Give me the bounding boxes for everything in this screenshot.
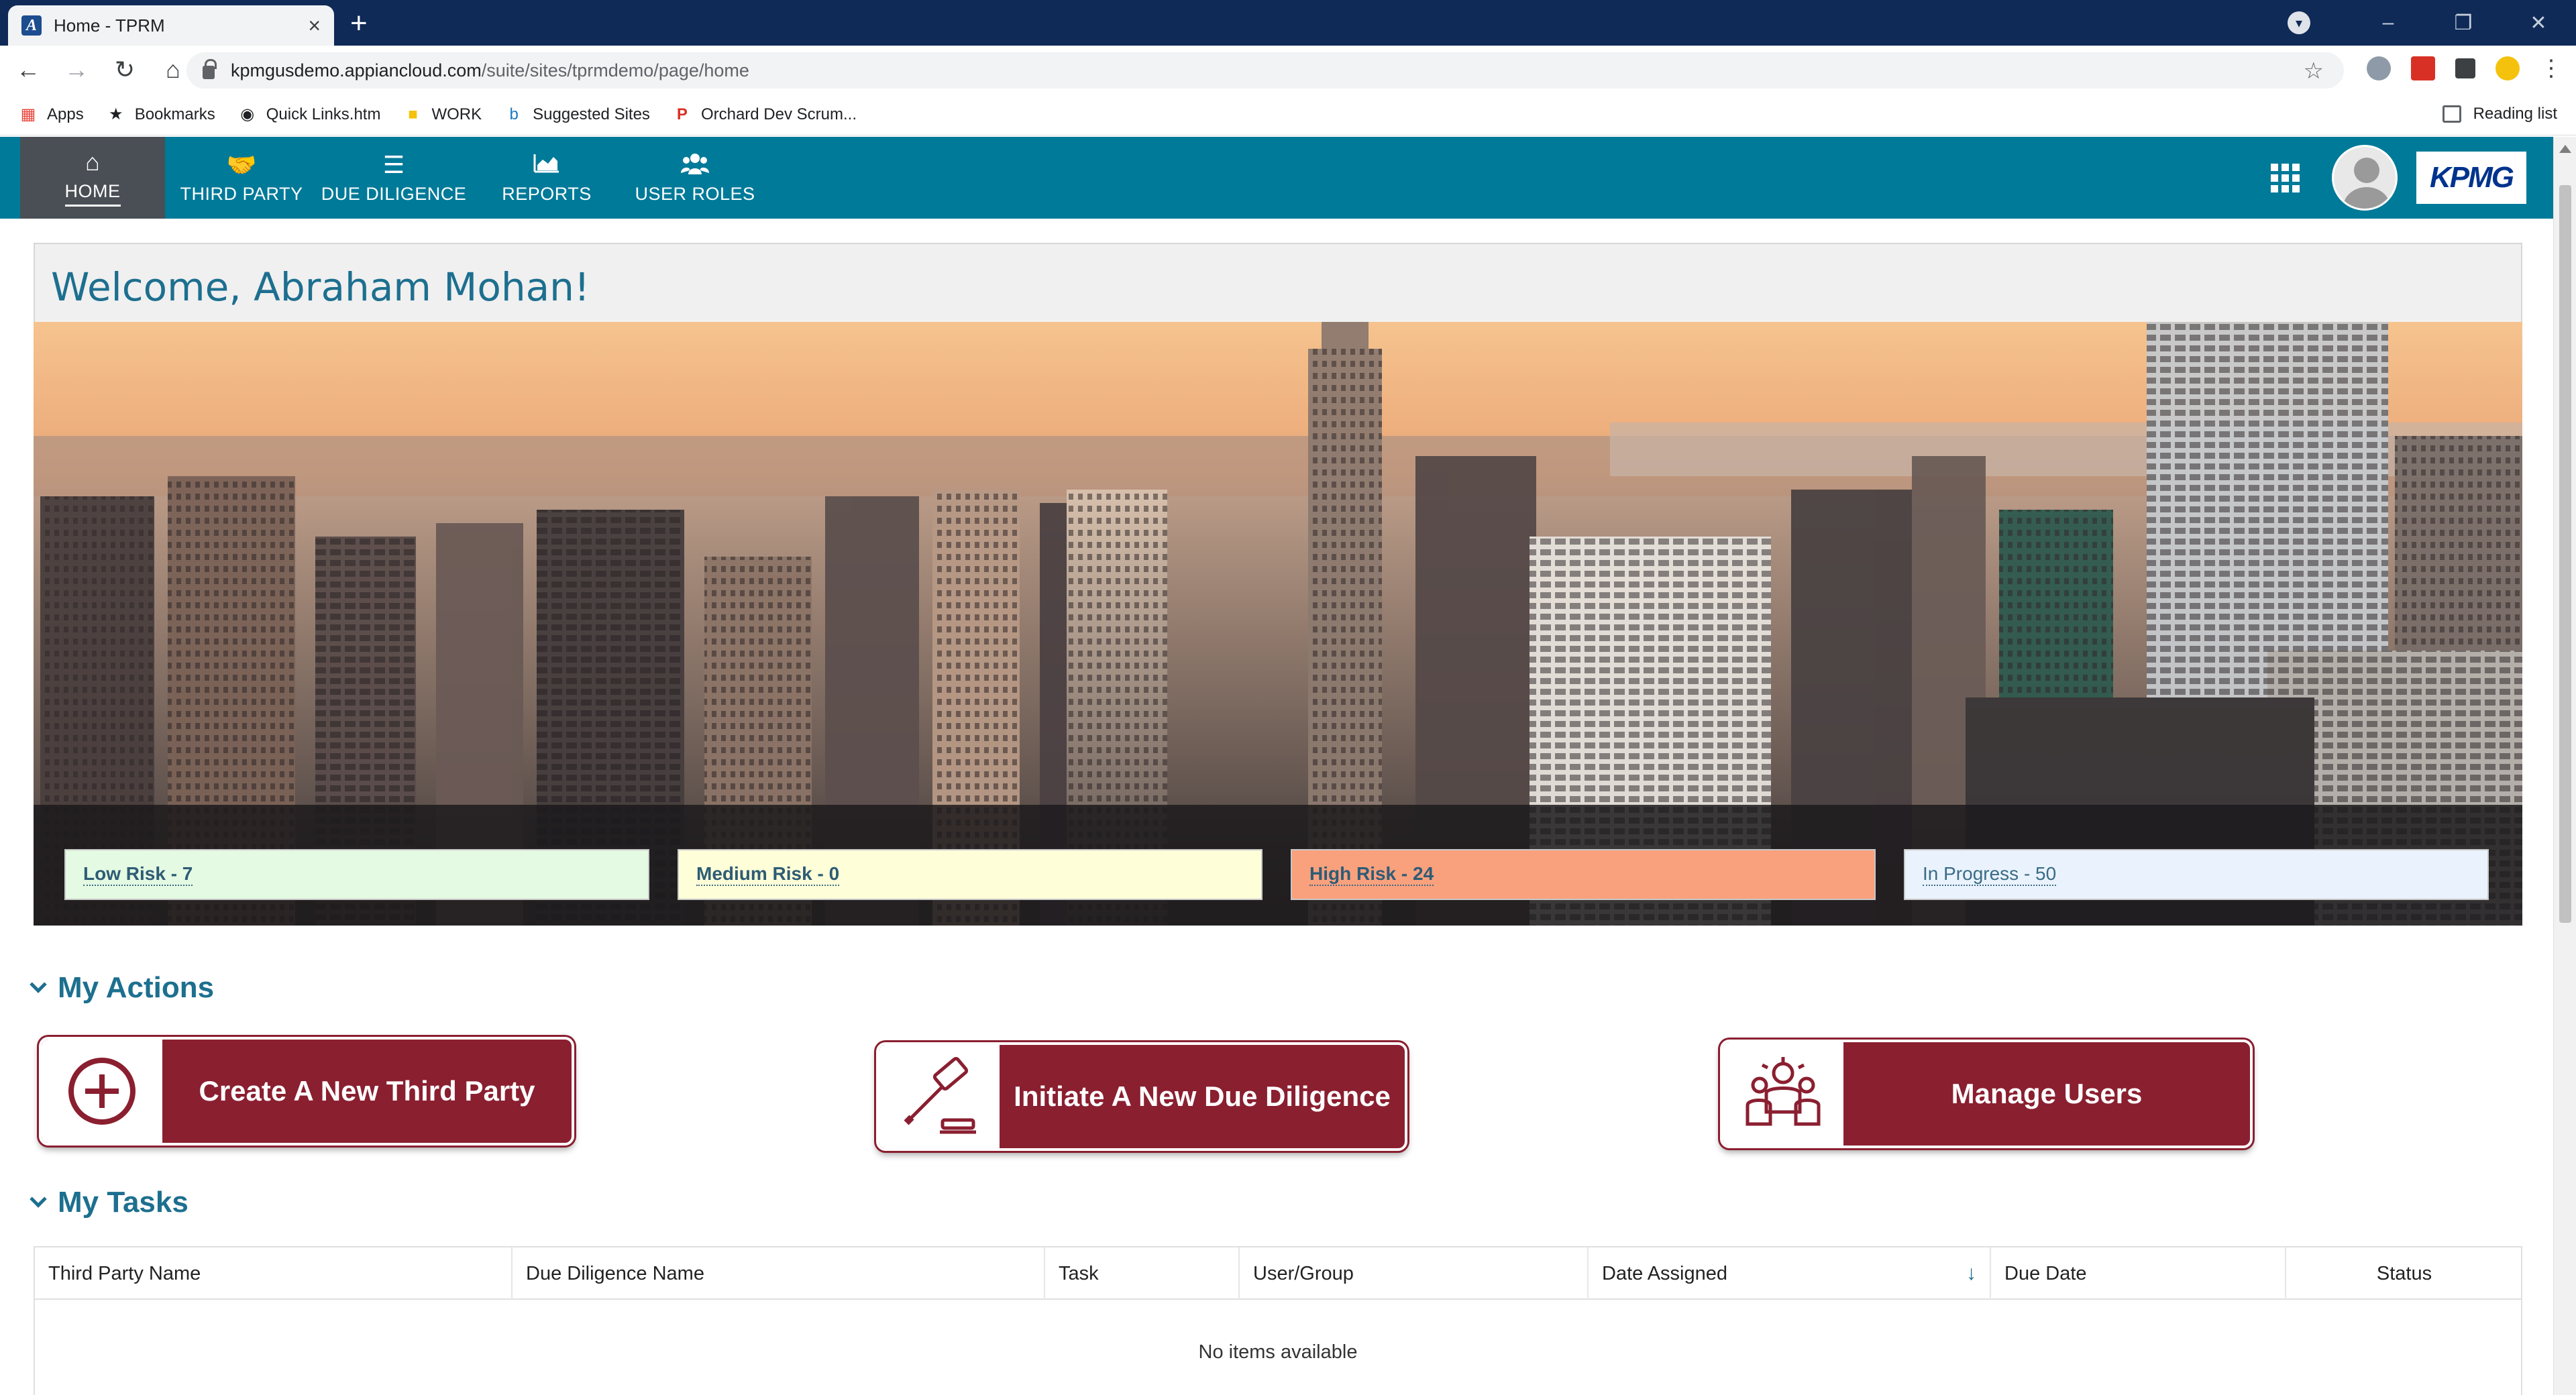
home-icon: ⌂ <box>85 148 100 176</box>
welcome-title: Welcome, Abraham Mohan! <box>51 264 590 310</box>
kpmg-logo: KPMG <box>2416 152 2526 204</box>
acrobat-icon[interactable] <box>2411 56 2435 80</box>
url-host: kpmgusdemo.appiancloud.com <box>231 60 482 80</box>
browser-tab[interactable]: A Home - TPRM × <box>8 5 334 46</box>
bookmarks-bar: ▦ Apps ★ Bookmarks ◉ Quick Links.htm ■ WORK … <box>0 94 2576 135</box>
tasks-table: Third Party Name Due Diligence Name Task… <box>34 1246 2522 1395</box>
url-path: /suite/sites/tprmdemo/page/home <box>481 60 749 80</box>
column-due-diligence-name[interactable]: Due Diligence Name <box>513 1247 1045 1300</box>
column-status[interactable]: Status <box>2286 1247 2522 1300</box>
bookmark-quick-links[interactable]: ◉ Quick Links.htm <box>238 105 380 124</box>
puzzle-icon[interactable] <box>2455 58 2475 78</box>
chevron-down-icon <box>30 1190 47 1208</box>
page-scrollbar[interactable] <box>2553 137 2576 1395</box>
bookmark-work[interactable]: ■ WORK <box>403 105 482 124</box>
extension-circle-icon[interactable] <box>2367 56 2391 80</box>
close-window-icon[interactable]: ✕ <box>2501 11 2576 35</box>
low-risk-link[interactable]: Low Risk - 7 <box>64 849 649 900</box>
column-task[interactable]: Task <box>1045 1247 1240 1300</box>
my-tasks-heading[interactable]: My Tasks <box>30 1186 189 1219</box>
bing-icon: b <box>509 105 519 123</box>
back-icon[interactable]: ← <box>8 56 48 84</box>
reload-icon[interactable]: ↻ <box>105 56 145 84</box>
extensions-area: ⋮ <box>2367 55 2563 82</box>
bookmark-suggested-sites[interactable]: b Suggested Sites <box>504 105 649 124</box>
browser-tab-strip: A Home - TPRM × + ▾ – ❐ ✕ <box>0 0 2576 46</box>
apps-grid-icon: ▦ <box>20 105 36 123</box>
nav-home[interactable]: ⌂ HOME <box>20 137 165 219</box>
nav-user-roles[interactable]: USER ROLES <box>633 137 757 219</box>
high-risk-link[interactable]: High Risk - 24 <box>1291 849 1876 900</box>
list-icon: ☰ <box>382 150 405 178</box>
tab-title: Home - TPRM <box>54 15 165 36</box>
column-date-assigned[interactable]: Date Assigned ↓ <box>1589 1247 1991 1300</box>
welcome-banner: Welcome, Abraham Mohan! <box>34 243 2522 323</box>
empty-table-message: No items available <box>1198 1341 1358 1363</box>
initiate-due-diligence-button[interactable]: Initiate A New Due Diligence <box>876 1042 1407 1151</box>
app-launcher-icon[interactable] <box>2271 163 2300 192</box>
address-bar: ← → ↻ ⌂ kpmgusdemo.appiancloud.com /suit… <box>0 46 2576 94</box>
area-chart-icon <box>533 152 560 181</box>
scroll-up-icon[interactable] <box>2559 145 2571 153</box>
profile-menu-icon[interactable]: ▾ <box>2288 11 2310 34</box>
sort-descending-icon[interactable]: ↓ <box>1966 1262 1976 1285</box>
restore-icon[interactable]: ❐ <box>2426 11 2501 35</box>
manage-users-button[interactable]: Manage Users <box>1720 1040 2253 1148</box>
folder-icon: ■ <box>408 105 418 123</box>
create-third-party-button[interactable]: Create A New Third Party <box>39 1037 574 1146</box>
in-progress-link[interactable]: In Progress - 50 <box>1904 849 2489 900</box>
my-actions-heading[interactable]: My Actions <box>30 971 214 1005</box>
column-user-group[interactable]: User/Group <box>1240 1247 1589 1300</box>
close-tab-icon[interactable]: × <box>308 13 321 38</box>
reading-list-icon <box>2442 105 2461 123</box>
gavel-icon <box>879 1045 1000 1148</box>
reading-list-button[interactable]: Reading list <box>2442 105 2557 123</box>
column-third-party-name[interactable]: Third Party Name <box>35 1247 513 1300</box>
bookmark-orchard[interactable]: P Orchard Dev Scrum... <box>673 105 857 124</box>
users-icon <box>680 152 710 181</box>
browser-menu-icon[interactable]: ⋮ <box>2540 55 2563 82</box>
pivotal-icon: P <box>676 105 688 123</box>
minimize-icon[interactable]: – <box>2351 11 2426 34</box>
plus-circle-icon <box>42 1040 162 1143</box>
handshake-icon: 🤝 <box>226 150 257 178</box>
appian-favicon-icon: A <box>21 15 42 36</box>
nav-third-party[interactable]: 🤝 THIRD PARTY <box>176 137 307 219</box>
star-icon: ★ <box>108 105 123 123</box>
globe-icon: ◉ <box>240 105 255 123</box>
user-avatar[interactable] <box>2332 145 2398 211</box>
url-field[interactable]: kpmgusdemo.appiancloud.com /suite/sites/… <box>186 52 2344 89</box>
skyline-illustration <box>34 322 2522 926</box>
lock-icon <box>203 59 217 79</box>
bookmark-star-icon[interactable]: ☆ <box>2304 58 2324 85</box>
bookmark-bookmarks[interactable]: ★ Bookmarks <box>107 105 215 124</box>
window-controls: ▾ – ❐ ✕ <box>2288 0 2576 46</box>
city-skyline-image: Low Risk - 7 Medium Risk - 0 High Risk -… <box>34 322 2522 926</box>
profile-emoji-icon[interactable] <box>2496 56 2520 80</box>
table-header-row: Third Party Name Due Diligence Name Task… <box>35 1247 2521 1300</box>
nav-reports[interactable]: REPORTS <box>490 137 604 219</box>
bookmark-apps[interactable]: ▦ Apps <box>19 105 84 124</box>
chevron-down-icon <box>30 976 47 993</box>
app-nav-bar: ⌂ HOME 🤝 THIRD PARTY ☰ DUE DILIGENCE REP… <box>0 137 2553 219</box>
medium-risk-link[interactable]: Medium Risk - 0 <box>678 849 1263 900</box>
header-right: KPMG <box>2271 137 2526 219</box>
nav-due-diligence[interactable]: ☰ DUE DILIGENCE <box>319 137 468 219</box>
scroll-thumb[interactable] <box>2559 185 2571 923</box>
column-due-date[interactable]: Due Date <box>1991 1247 2286 1300</box>
team-icon <box>1723 1042 1843 1146</box>
forward-icon[interactable]: → <box>56 56 97 84</box>
new-tab-icon[interactable]: + <box>350 7 368 40</box>
